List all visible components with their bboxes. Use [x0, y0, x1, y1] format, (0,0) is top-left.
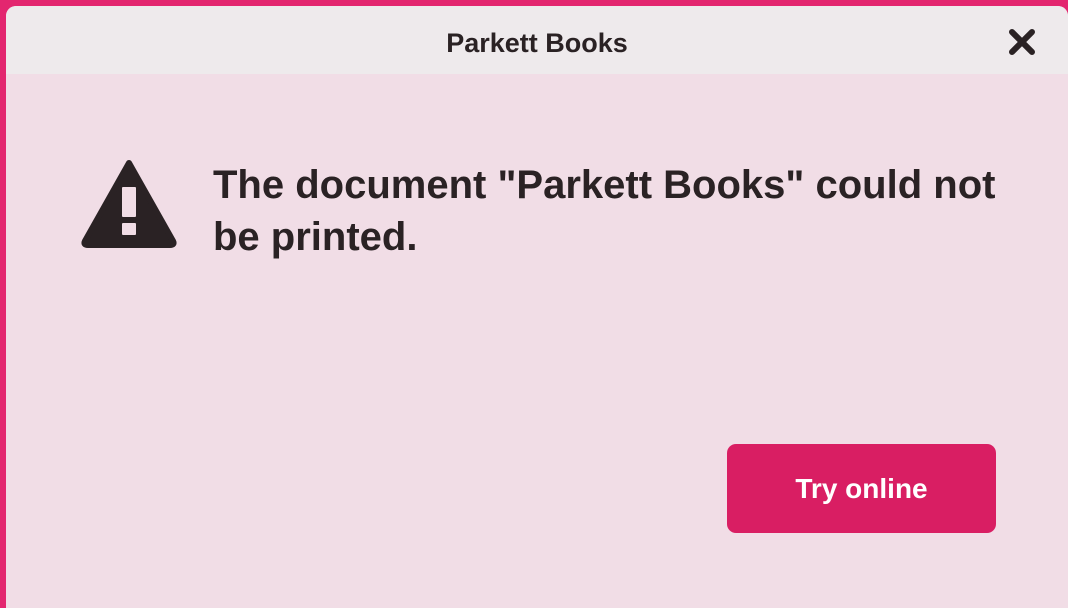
close-icon[interactable] — [1008, 28, 1036, 56]
error-message: The document "Parkett Books" could not b… — [213, 163, 996, 259]
dialog-titlebar: Parkett Books — [6, 6, 1068, 74]
try-online-button[interactable]: Try online — [727, 444, 996, 533]
warning-triangle-icon — [80, 157, 178, 249]
dialog-title: Parkett Books — [446, 28, 628, 58]
print-error-dialog: Parkett Books The document "Parkett Book… — [6, 6, 1068, 608]
